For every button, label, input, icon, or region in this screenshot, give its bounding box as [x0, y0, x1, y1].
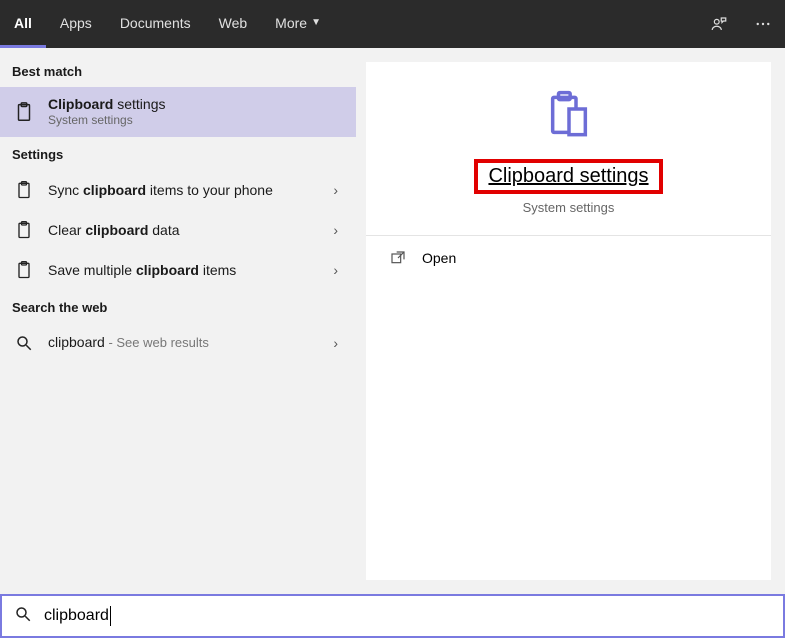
detail-pane-container: Clipboard settings System settings Open — [356, 48, 785, 594]
more-options-button[interactable] — [741, 0, 785, 48]
search-icon — [14, 605, 32, 628]
result-web-clipboard[interactable]: clipboard - See web results › — [0, 323, 356, 363]
section-settings: Settings — [0, 137, 356, 170]
tab-more[interactable]: More▼ — [261, 0, 335, 48]
clipboard-icon — [12, 218, 36, 242]
section-best-match: Best match — [0, 54, 356, 87]
ellipsis-icon — [754, 15, 772, 33]
search-results-area: Best match Clipboard settings System set… — [0, 48, 785, 594]
chevron-right-icon: › — [327, 182, 344, 198]
feedback-button[interactable] — [697, 0, 741, 48]
section-search-web: Search the web — [0, 290, 356, 323]
clipboard-icon — [12, 100, 36, 124]
clipboard-large-icon — [541, 88, 597, 149]
result-label: Clear clipboard data — [48, 221, 327, 239]
highlight-annotation: Clipboard settings — [474, 159, 662, 194]
text-cursor — [110, 606, 111, 626]
action-open[interactable]: Open — [366, 236, 771, 280]
clipboard-icon — [12, 178, 36, 202]
results-list: Best match Clipboard settings System set… — [0, 48, 356, 594]
action-label: Open — [422, 250, 456, 266]
result-clear-clipboard[interactable]: Clear clipboard data › — [0, 210, 356, 250]
clipboard-icon — [12, 258, 36, 282]
open-icon — [386, 250, 410, 266]
result-label: clipboard - See web results — [48, 333, 327, 352]
detail-title[interactable]: Clipboard settings — [488, 165, 648, 188]
result-label: Clipboard settings System settings — [48, 95, 344, 129]
search-input[interactable]: clipboard — [44, 606, 111, 626]
search-box[interactable]: clipboard — [0, 594, 785, 638]
chevron-right-icon: › — [327, 335, 344, 351]
detail-pane: Clipboard settings System settings Open — [366, 62, 771, 580]
tab-all[interactable]: All — [0, 0, 46, 48]
result-label: Save multiple clipboard items — [48, 261, 327, 279]
detail-subtitle: System settings — [523, 200, 615, 215]
person-feedback-icon — [710, 15, 728, 33]
tab-documents[interactable]: Documents — [106, 0, 205, 48]
result-sync-clipboard[interactable]: Sync clipboard items to your phone › — [0, 170, 356, 210]
tab-web[interactable]: Web — [205, 0, 262, 48]
chevron-right-icon: › — [327, 222, 344, 238]
tab-apps[interactable]: Apps — [46, 0, 106, 48]
result-label: Sync clipboard items to your phone — [48, 181, 327, 199]
result-save-multiple-clipboard[interactable]: Save multiple clipboard items › — [0, 250, 356, 290]
chevron-right-icon: › — [327, 262, 344, 278]
detail-header: Clipboard settings System settings — [366, 62, 771, 236]
chevron-down-icon: ▼ — [311, 17, 321, 28]
search-icon — [12, 331, 36, 355]
search-filter-tabs: All Apps Documents Web More▼ — [0, 0, 785, 48]
result-clipboard-settings[interactable]: Clipboard settings System settings — [0, 87, 356, 137]
